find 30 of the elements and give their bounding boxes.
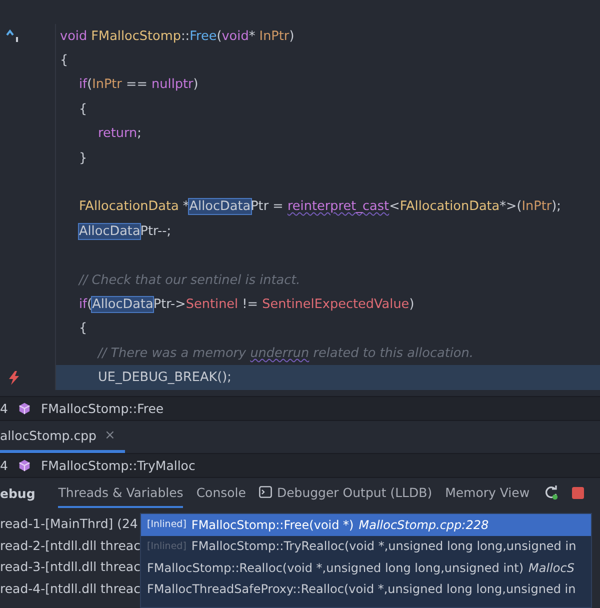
panel-title: ebug [0,484,36,503]
breadcrumb-item[interactable]: FMallocStomp::Free [40,401,164,416]
frame-item[interactable]: FMallocThreadSafeProxy::Realloc(void *,unsigned long long,unsigned in [141,578,591,600]
code-line: void FMallocStomp::Free(void* InPtr) [59,28,294,44]
panel-tab[interactable]: Memory View [445,478,530,508]
code-line: { [59,53,68,68]
panel-tab[interactable]: Console [196,478,246,508]
code-line: return; [97,126,142,142]
frame-item[interactable]: FMallocStomp::Realloc(void *,unsigned long long,unsigned int) MallocS [141,557,591,578]
line-number: 4 [0,401,8,416]
thread-item[interactable]: read-2-[ntdll.dll threac [0,534,140,556]
panel-tab[interactable]: Threads & Variables [58,478,184,508]
thread-item[interactable]: read-1-[MainThrd] (24 [0,513,140,534]
code-line: // There was a memory underrun related to this allocation. [96,346,474,361]
frame-item[interactable]: [Inlined] FMallocStomp::Free(void *) MallocStomp.cpp:228 [141,514,591,536]
thread-item[interactable]: read-4-[ntdll.dll threac [0,578,140,599]
close-icon[interactable]: × [104,428,116,443]
code-line: if(InPtr == nullptr) [78,77,198,92]
code-line: // Check that our sentinel is intact. [77,272,300,288]
code-line: UE_DEBUG_BREAK(); [97,370,232,386]
frame-item[interactable]: [Inlined] FMallocStomp::TryRealloc(void *,unsigned long long,unsigned in [141,536,591,557]
line-number: 4 [0,458,8,473]
thread-item[interactable]: read-3-[ntdll.dll threac [0,556,140,578]
code-line: } [78,150,88,166]
code-line: { [78,321,88,336]
code-line: { [78,102,88,117]
code-line: AllocDataPtr--; [78,224,172,239]
code-line: if(AllocDataPtr->Sentinel != SentinelExpectedValue) [78,296,414,312]
breadcrumb-item[interactable]: FMallocStomp::TryMalloc [40,458,196,473]
panel-tab[interactable]: Debugger Output (LLDB) [258,478,432,508]
